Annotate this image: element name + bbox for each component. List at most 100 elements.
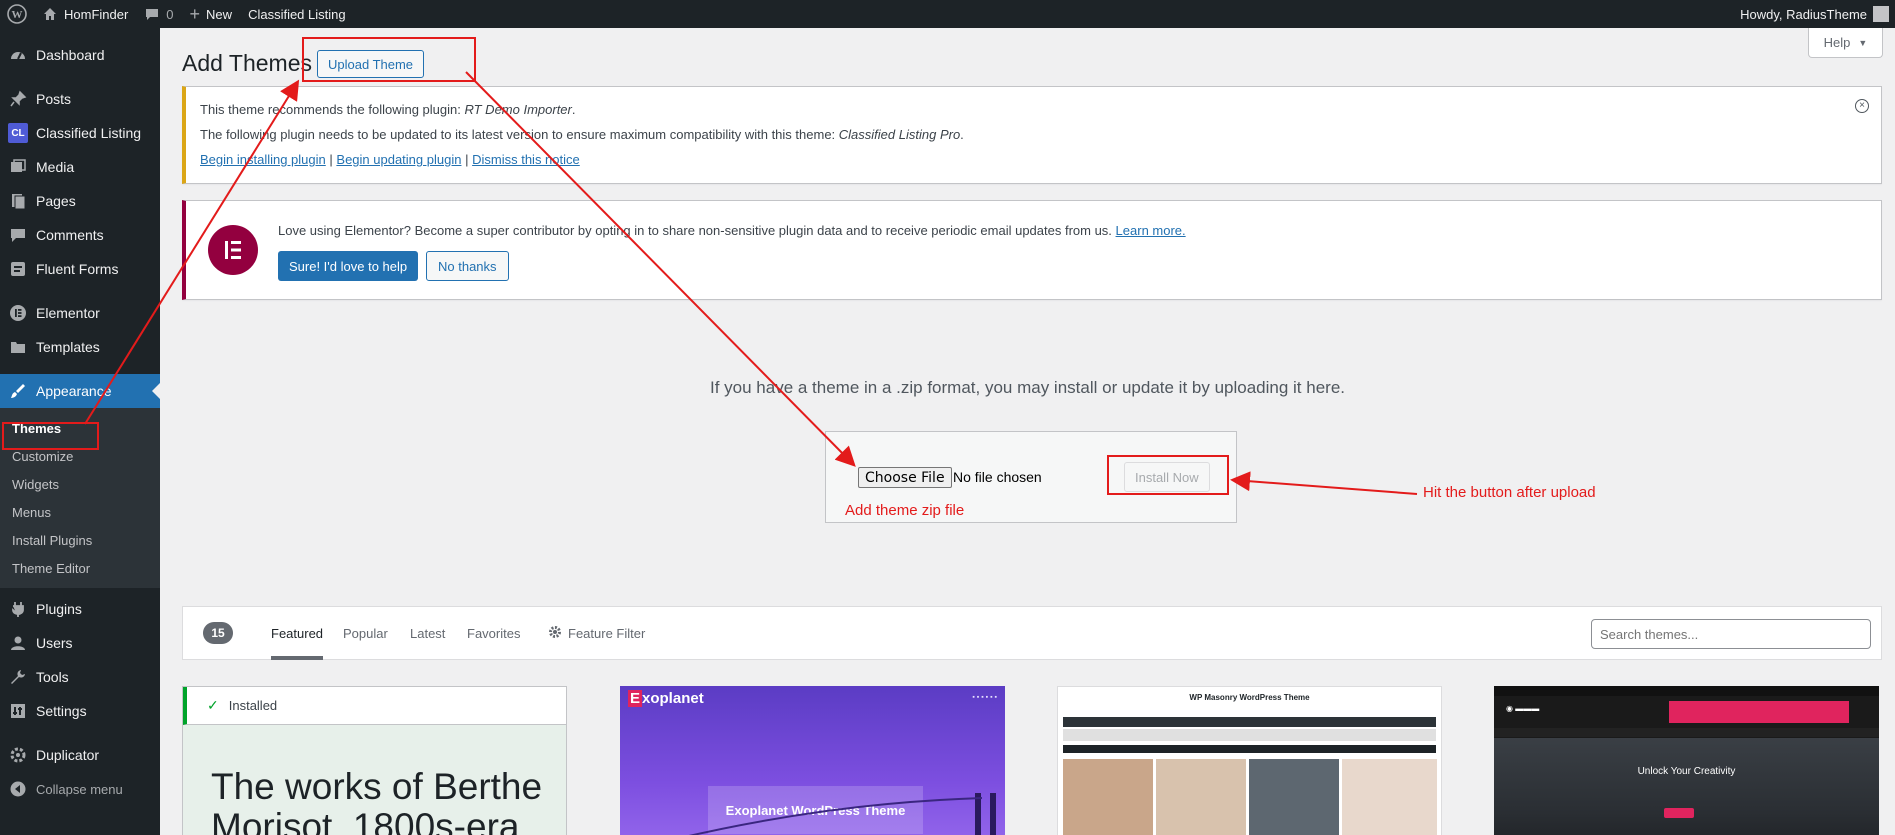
opt-in-yes-button[interactable]: Sure! I'd love to help: [278, 251, 419, 281]
theme-preview-title: WP Masonry WordPress Theme: [1189, 693, 1310, 702]
howdy-text: Howdy, RadiusTheme: [1740, 6, 1867, 22]
sidebar-item-templates[interactable]: Templates: [0, 330, 160, 364]
sidebar-item-label: Elementor: [36, 305, 100, 321]
feature-filter-button[interactable]: Feature Filter: [548, 607, 645, 660]
preview-hero: [1494, 738, 1879, 835]
search-themes-input[interactable]: [1591, 619, 1871, 649]
theme-count-badge: 15: [203, 622, 233, 644]
sidebar-item-media[interactable]: Media: [0, 150, 160, 184]
sidebar-item-tools[interactable]: Tools: [0, 660, 160, 694]
sidebar-item-label: Users: [36, 635, 73, 651]
site-name-link[interactable]: HomFinder: [34, 0, 136, 28]
preview-category-bar: [1063, 717, 1436, 727]
close-icon[interactable]: ×: [1855, 99, 1869, 113]
theme-card-wp-masonry[interactable]: WP Masonry WordPress Theme: [1057, 686, 1442, 835]
preview-cta: [1664, 808, 1694, 818]
sidebar-item-label: Media: [36, 159, 75, 175]
sidebar-item-users[interactable]: Users: [0, 626, 160, 660]
wordpress-logo-icon[interactable]: W: [0, 0, 34, 28]
tools-icon: [8, 667, 28, 687]
upload-description: If you have a theme in a .zip format, yo…: [709, 378, 1346, 397]
begin-updating-plugin-link[interactable]: Begin updating plugin: [336, 152, 461, 167]
gear-icon: [548, 625, 562, 642]
tab-featured[interactable]: Featured: [271, 607, 324, 660]
avatar: [1873, 6, 1889, 22]
begin-installing-plugin-link[interactable]: Begin installing plugin: [200, 152, 326, 167]
sidebar-item-fluent-forms[interactable]: Fluent Forms: [0, 252, 160, 286]
elementor-opt-in-notice: Love using Elementor? Become a super con…: [182, 200, 1882, 300]
main-content: Help ▼ Add Themes Upload Theme This them…: [160, 28, 1895, 835]
sidebar-item-elementor[interactable]: Elementor: [0, 296, 160, 330]
exoplanet-logo: Exoplanet: [628, 690, 704, 707]
elementor-icon: [8, 303, 28, 323]
feature-filter-label: Feature Filter: [568, 626, 646, 641]
theme-card-dark-magazine[interactable]: ◉ ▬▬▬ Unlock Your Creativity: [1494, 686, 1879, 835]
sidebar-item-plugins[interactable]: Plugins: [0, 592, 160, 626]
sidebar-item-label: Tools: [36, 669, 69, 685]
submenu-item-theme-editor[interactable]: Theme Editor: [0, 554, 160, 582]
tab-popular[interactable]: Popular: [343, 607, 388, 660]
checkmark-icon: ✓: [207, 697, 219, 713]
new-content-link[interactable]: + New: [182, 0, 241, 28]
my-account-link[interactable]: Howdy, RadiusTheme: [1732, 0, 1895, 28]
users-icon: [8, 633, 28, 653]
sidebar-item-settings[interactable]: Settings: [0, 694, 160, 728]
learn-more-link[interactable]: Learn more.: [1116, 223, 1186, 238]
plugin-icon: [8, 599, 28, 619]
collapse-menu-button[interactable]: Collapse menu: [0, 772, 160, 806]
sidebar-item-label: Comments: [36, 227, 104, 243]
choose-file-button[interactable]: Choose File: [858, 467, 952, 488]
sidebar-item-label: Templates: [36, 339, 100, 355]
opt-in-no-button[interactable]: No thanks: [426, 251, 509, 281]
sidebar-item-comments[interactable]: Comments: [0, 218, 160, 252]
theme-filter-bar: 15 Featured Popular Latest Favorites Fea…: [182, 606, 1882, 660]
home-icon: [42, 6, 58, 22]
classified-listing-link[interactable]: Classified Listing: [240, 0, 354, 28]
sidebar-item-appearance[interactable]: Appearance: [0, 374, 160, 408]
recommended-plugin-name: RT Demo Importer: [464, 102, 572, 117]
annotation-add-zip: Add theme zip file: [845, 502, 965, 519]
submenu-item-widgets[interactable]: Widgets: [0, 470, 160, 498]
dismiss-notice-link[interactable]: Dismiss this notice: [472, 152, 580, 167]
comments-link[interactable]: 0: [136, 0, 181, 28]
sidebar-item-label: Classified Listing: [36, 125, 142, 141]
theme-preview-title: Unlock Your Creativity: [1637, 766, 1736, 777]
help-tab-button[interactable]: Help ▼: [1808, 28, 1883, 58]
folder-icon: [8, 337, 28, 357]
preview-nav: ▪ ▪ ▪ ▪ ▪ ▪: [972, 694, 997, 701]
tab-favorites[interactable]: Favorites: [467, 607, 520, 660]
annotation-box-themes: [2, 422, 99, 450]
elementor-logo-icon: [208, 225, 258, 275]
submenu-item-menus[interactable]: Menus: [0, 498, 160, 526]
sidebar-item-classified-listing[interactable]: CL Classified Listing: [0, 116, 160, 150]
notice-links: Begin installing plugin | Begin updating…: [200, 152, 580, 167]
comments-icon: [8, 225, 28, 245]
forms-icon: [8, 259, 28, 279]
bridge-illustration: [688, 793, 996, 835]
preview-topbar: [1494, 686, 1879, 696]
sidebar-item-label: Posts: [36, 91, 72, 107]
sidebar-item-posts[interactable]: Posts: [0, 82, 160, 116]
preview-trending-bar: [1063, 745, 1436, 753]
site-name: HomFinder: [64, 6, 129, 22]
submenu-item-install-plugins[interactable]: Install Plugins: [0, 526, 160, 554]
sidebar-item-pages[interactable]: Pages: [0, 184, 160, 218]
preview-photo: [1342, 759, 1437, 835]
admin-bar: W HomFinder 0 + New Classified Listing H…: [0, 0, 1895, 28]
pin-icon: [8, 89, 28, 109]
sidebar-item-dashboard[interactable]: Dashboard: [0, 38, 160, 72]
theme-card-installed[interactable]: ✓ Installed The works of Berthe Morisot,…: [182, 686, 567, 835]
duplicator-icon: [8, 745, 28, 765]
sidebar-item-duplicator[interactable]: Duplicator: [0, 738, 160, 772]
page-title: Add Themes: [182, 50, 312, 76]
preview-nav: [1494, 728, 1879, 737]
preview-photo: [1249, 759, 1339, 835]
brush-icon: [8, 381, 28, 401]
update-plugin-name: Classified Listing Pro: [838, 127, 961, 142]
comments-count: 0: [166, 6, 174, 22]
tab-latest[interactable]: Latest: [410, 607, 445, 660]
notice-line-1: This theme recommends the following plug…: [200, 102, 576, 117]
pages-icon: [8, 191, 28, 211]
theme-card-exoplanet[interactable]: Exoplanet ▪ ▪ ▪ ▪ ▪ ▪ Exoplanet WordPres…: [620, 686, 1005, 835]
annotation-hit-button: Hit the button after upload: [1423, 484, 1596, 501]
